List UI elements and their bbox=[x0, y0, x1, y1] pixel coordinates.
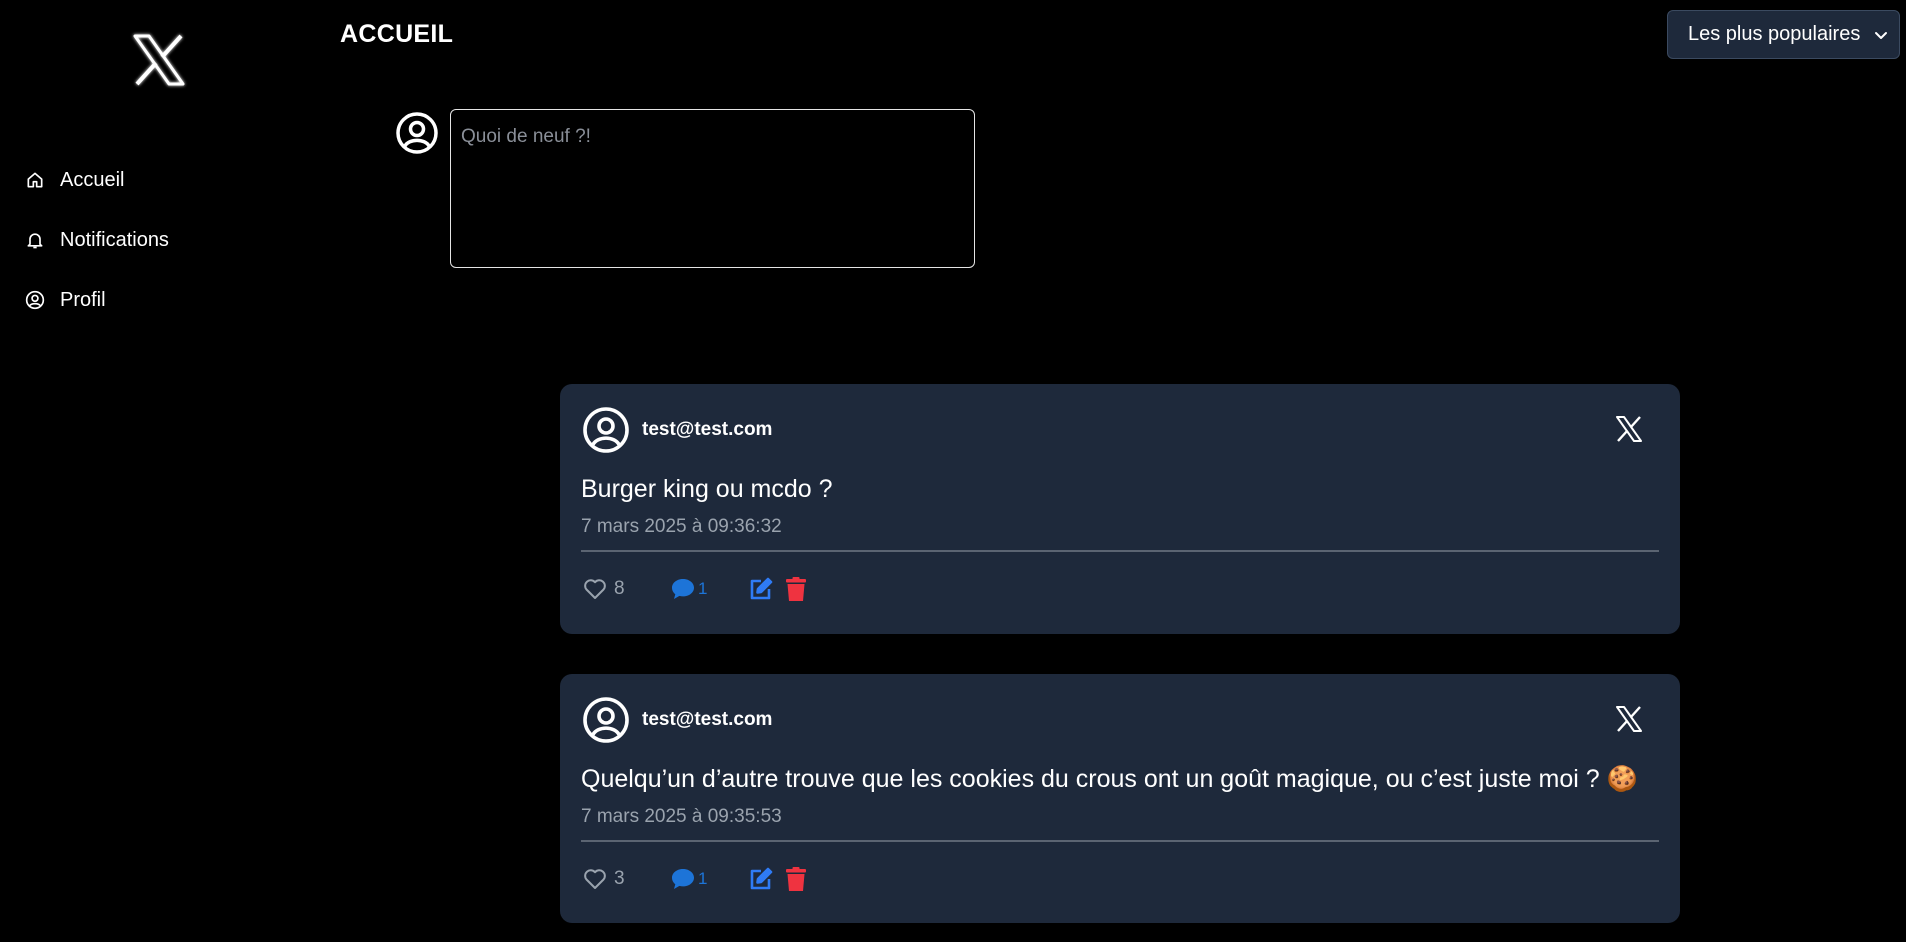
bell-icon bbox=[24, 229, 46, 251]
comment-count: 1 bbox=[698, 869, 708, 888]
comment-button[interactable]: 1 bbox=[670, 576, 748, 602]
post-date: 7 mars 2025 à 09:35:53 bbox=[581, 806, 782, 827]
edit-button[interactable] bbox=[748, 576, 774, 602]
post-actions: 3 1 bbox=[582, 864, 808, 894]
edit-icon bbox=[748, 866, 774, 892]
post-author[interactable]: test@test.com bbox=[642, 709, 772, 731]
like-count: 3 bbox=[614, 868, 625, 889]
sidebar-item-profil[interactable]: Profil bbox=[24, 270, 169, 330]
heart-icon bbox=[582, 866, 608, 892]
sort-select[interactable]: Les plus populaires bbox=[1667, 10, 1900, 59]
sidebar-item-accueil[interactable]: Accueil bbox=[24, 150, 169, 210]
divider bbox=[581, 550, 1659, 552]
sidebar: Accueil Notifications Profil bbox=[0, 0, 300, 942]
post-actions: 8 1 bbox=[582, 574, 808, 604]
post-card: test@test.com Quelqu’un d’autre trouve q… bbox=[560, 674, 1680, 923]
comment-icon bbox=[670, 576, 696, 602]
chevron-down-icon bbox=[1873, 27, 1889, 43]
user-circle-icon bbox=[24, 289, 46, 311]
sidebar-nav: Accueil Notifications Profil bbox=[24, 150, 169, 330]
sidebar-item-label: Notifications bbox=[60, 228, 169, 251]
avatar-icon[interactable] bbox=[582, 696, 630, 744]
x-logo-icon bbox=[1614, 414, 1644, 444]
like-button[interactable]: 8 bbox=[582, 576, 670, 602]
x-logo-icon bbox=[1614, 704, 1644, 734]
post-header: test@test.com bbox=[582, 696, 772, 744]
like-button[interactable]: 3 bbox=[582, 866, 670, 892]
delete-button[interactable] bbox=[784, 866, 808, 892]
avatar-icon[interactable] bbox=[582, 406, 630, 454]
sort-selected-value: Les plus populaires bbox=[1688, 23, 1861, 45]
edit-icon bbox=[748, 576, 774, 602]
comment-count: 1 bbox=[698, 579, 708, 598]
post-text: Burger king ou mcdo ? bbox=[581, 475, 833, 503]
post-composer-input[interactable] bbox=[450, 109, 975, 268]
post-author[interactable]: test@test.com bbox=[642, 419, 772, 441]
sidebar-item-notifications[interactable]: Notifications bbox=[24, 210, 169, 270]
edit-button[interactable] bbox=[748, 866, 774, 892]
trash-icon bbox=[784, 866, 808, 892]
post-date: 7 mars 2025 à 09:36:32 bbox=[581, 516, 782, 537]
heart-icon bbox=[582, 576, 608, 602]
comment-icon bbox=[670, 866, 696, 892]
post-header: test@test.com bbox=[582, 406, 772, 454]
like-count: 8 bbox=[614, 578, 625, 599]
sidebar-item-label: Accueil bbox=[60, 168, 125, 191]
avatar-icon bbox=[395, 111, 439, 155]
x-logo-icon[interactable] bbox=[129, 30, 189, 90]
divider bbox=[581, 840, 1659, 842]
home-icon bbox=[24, 169, 46, 191]
post-card: test@test.com Burger king ou mcdo ? 7 ma… bbox=[560, 384, 1680, 634]
comment-button[interactable]: 1 bbox=[670, 866, 748, 892]
page-title: ACCUEIL bbox=[340, 20, 454, 48]
sidebar-item-label: Profil bbox=[60, 288, 106, 311]
trash-icon bbox=[784, 576, 808, 602]
delete-button[interactable] bbox=[784, 576, 808, 602]
post-text: Quelqu’un d’autre trouve que les cookies… bbox=[581, 765, 1638, 793]
